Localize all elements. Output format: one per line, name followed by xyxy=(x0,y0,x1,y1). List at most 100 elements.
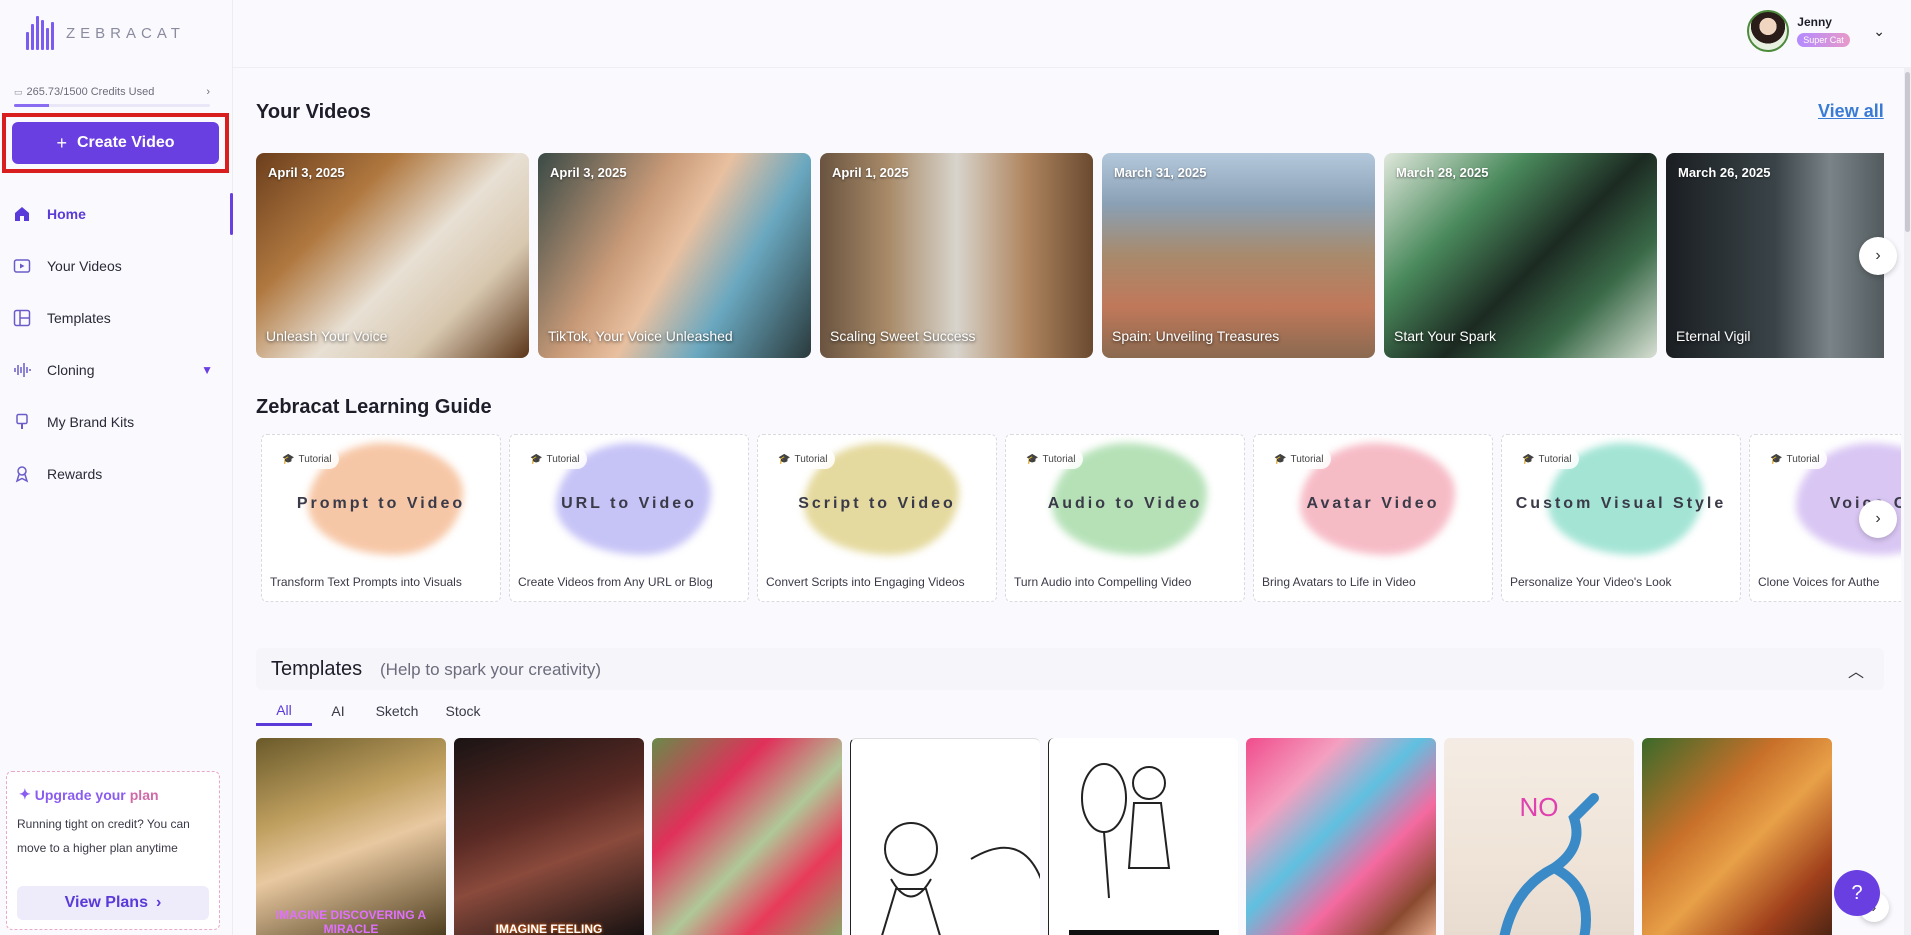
video-card[interactable]: March 26, 2025 Eternal Vigil xyxy=(1666,153,1884,358)
video-date: April 1, 2025 xyxy=(832,165,909,180)
scrollbar-thumb[interactable] xyxy=(1905,72,1910,232)
create-video-highlight: + Create Video xyxy=(2,113,229,173)
tutorial-tag-label: Tutorial xyxy=(1042,453,1076,465)
your-videos-title: Your Videos xyxy=(256,101,371,123)
tutorial-tag: 🎓 Tutorial xyxy=(770,449,836,469)
guide-card[interactable]: 🎓 Tutorial Script to Video Convert Script… xyxy=(757,434,997,602)
view-plans-button[interactable]: View Plans › xyxy=(17,886,209,920)
template-thumb[interactable] xyxy=(1246,738,1436,935)
sidebar-item-cloning[interactable]: Cloning ▼ xyxy=(0,344,233,396)
guide-description: Personalize Your Video's Look xyxy=(1510,575,1672,589)
template-thumb[interactable] xyxy=(1642,738,1832,935)
tutorial-tag: 🎓 Tutorial xyxy=(1018,449,1084,469)
guide-description: Bring Avatars to Life in Video xyxy=(1262,575,1416,589)
sketch-boy-illustration xyxy=(881,822,1040,935)
template-thumb[interactable]: IMAGINE DISCOVERING A MIRACLE xyxy=(256,738,446,935)
dragon-illustration xyxy=(1499,793,1599,935)
graduation-cap-icon: 🎓 xyxy=(1522,453,1535,465)
video-title: Eternal Vigil xyxy=(1676,328,1751,344)
avatar[interactable] xyxy=(1747,10,1790,52)
upgrade-title: ✦ Upgrade your plan xyxy=(19,786,159,803)
guide-name: Custom Visual Style xyxy=(1515,495,1727,512)
graduation-cap-icon: 🎓 xyxy=(1274,453,1287,465)
guide-next-button[interactable]: › xyxy=(1859,500,1897,538)
guide-card[interactable]: 🎓 Tutorial Custom Visual Style Personaliz… xyxy=(1501,434,1741,602)
tab-ai[interactable]: AI xyxy=(312,696,364,726)
guide-card[interactable]: 🎓 Tutorial Avatar Video Bring Avatars to … xyxy=(1253,434,1493,602)
graduation-cap-icon: 🎓 xyxy=(1770,453,1783,465)
video-card[interactable]: April 3, 2025 Unleash Your Voice xyxy=(256,153,529,358)
upgrade-plan-card: ✦ Upgrade your plan Running tight on cre… xyxy=(6,771,220,930)
tutorial-tag-label: Tutorial xyxy=(546,453,580,465)
graduation-cap-icon: 🎓 xyxy=(1026,453,1039,465)
chevron-down-icon[interactable]: ▼ xyxy=(201,363,213,377)
home-icon xyxy=(12,204,32,224)
graduation-cap-icon: 🎓 xyxy=(282,453,295,465)
logo[interactable]: ZEBRACAT xyxy=(26,16,185,50)
sidebar-item-templates[interactable]: Templates xyxy=(0,292,233,344)
guide-description: Convert Scripts into Engaging Videos xyxy=(766,575,965,589)
sidebar-item-label: My Brand Kits xyxy=(47,414,135,430)
video-card[interactable]: April 3, 2025 TikTok, Your Voice Unleash… xyxy=(538,153,811,358)
video-title: Spain: Unveiling Treasures xyxy=(1112,328,1280,344)
view-all-link[interactable]: View all xyxy=(1818,101,1884,122)
sidebar-item-label: Cloning xyxy=(47,362,95,378)
videos-next-button[interactable]: › xyxy=(1859,237,1897,275)
template-caption: NO xyxy=(1519,792,1559,822)
tab-all[interactable]: All xyxy=(256,696,312,726)
chevron-up-icon[interactable]: ︿ xyxy=(1848,658,1864,682)
tutorial-tag-label: Tutorial xyxy=(794,453,828,465)
sidebar-item-brand-kits[interactable]: My Brand Kits xyxy=(0,396,233,448)
guide-description: Turn Audio into Compelling Video xyxy=(1014,575,1192,589)
waveform-icon xyxy=(12,360,32,380)
video-title: Scaling Sweet Success xyxy=(830,328,976,344)
chevron-right-icon: › xyxy=(206,86,210,98)
credits-indicator[interactable]: ▭ 265.73/1500 Credits Used › xyxy=(14,86,210,98)
tutorial-tag-label: Tutorial xyxy=(1290,453,1324,465)
chevron-down-icon[interactable]: ⌄ xyxy=(1873,23,1885,40)
credits-progress-fill xyxy=(14,104,49,107)
video-card[interactable]: March 28, 2025 Start Your Spark xyxy=(1384,153,1657,358)
sparkle-icon: ✦ xyxy=(19,786,31,802)
video-card[interactable]: April 1, 2025 Scaling Sweet Success xyxy=(820,153,1093,358)
guide-card[interactable]: 🎓 Tutorial Prompt to Video Transform Text… xyxy=(261,434,501,602)
guide-card[interactable]: 🎓 Tutorial Audio to Video Turn Audio into… xyxy=(1005,434,1245,602)
help-chat-button[interactable]: ? xyxy=(1834,870,1880,916)
credits-text: 265.73/1500 Credits Used xyxy=(26,86,155,98)
brush-icon xyxy=(12,412,32,432)
templates-subtitle: (Help to spark your creativity) xyxy=(380,660,602,679)
create-video-button[interactable]: + Create Video xyxy=(12,122,219,164)
video-card[interactable]: March 31, 2025 Spain: Unveiling Treasure… xyxy=(1102,153,1375,358)
template-thumb[interactable] xyxy=(1048,738,1238,935)
learning-guide-title: Zebracat Learning Guide xyxy=(256,396,492,418)
tutorial-tag-label: Tutorial xyxy=(1786,453,1820,465)
page-scrollbar[interactable] xyxy=(1904,68,1911,935)
template-thumb[interactable]: NO xyxy=(1444,738,1634,935)
graduation-cap-icon: 🎓 xyxy=(778,453,791,465)
chevron-right-icon: › xyxy=(155,894,162,911)
user-menu[interactable]: Jenny Super Cat ⌄ xyxy=(1747,10,1885,52)
tutorial-tag: 🎓 Tutorial xyxy=(1514,449,1580,469)
upgrade-title-plan: plan xyxy=(129,786,159,803)
templates-header[interactable]: Templates (Help to spark your creativity… xyxy=(256,648,1884,690)
tutorial-tag: 🎓 Tutorial xyxy=(1762,449,1828,469)
sidebar: ZEBRACAT ▭ 265.73/1500 Credits Used › + … xyxy=(0,0,233,935)
sidebar-item-rewards[interactable]: Rewards xyxy=(0,448,233,500)
sidebar-item-your-videos[interactable]: Your Videos xyxy=(0,240,233,292)
tutorial-tag-label: Tutorial xyxy=(1538,453,1572,465)
templates-icon xyxy=(12,308,32,328)
app-root: ZEBRACAT ▭ 265.73/1500 Credits Used › + … xyxy=(0,0,1911,935)
video-date: March 26, 2025 xyxy=(1678,165,1771,180)
tab-sketch[interactable]: Sketch xyxy=(364,696,430,726)
sidebar-item-home[interactable]: Home xyxy=(0,188,233,240)
tab-stock[interactable]: Stock xyxy=(430,696,496,726)
guide-card[interactable]: 🎓 Tutorial URL to Video Create Videos fro… xyxy=(509,434,749,602)
template-thumb[interactable]: IMAGINE FEELING xyxy=(454,738,644,935)
template-thumb[interactable] xyxy=(652,738,842,935)
trophy-icon xyxy=(12,464,32,484)
templates-tabs: All AI Sketch Stock xyxy=(256,696,496,726)
video-date: March 28, 2025 xyxy=(1396,165,1489,180)
video-title: Unleash Your Voice xyxy=(266,328,388,344)
template-thumb[interactable] xyxy=(850,738,1040,935)
learning-guide-carousel: 🎓 Tutorial Prompt to Video Transform Text… xyxy=(261,434,1901,604)
